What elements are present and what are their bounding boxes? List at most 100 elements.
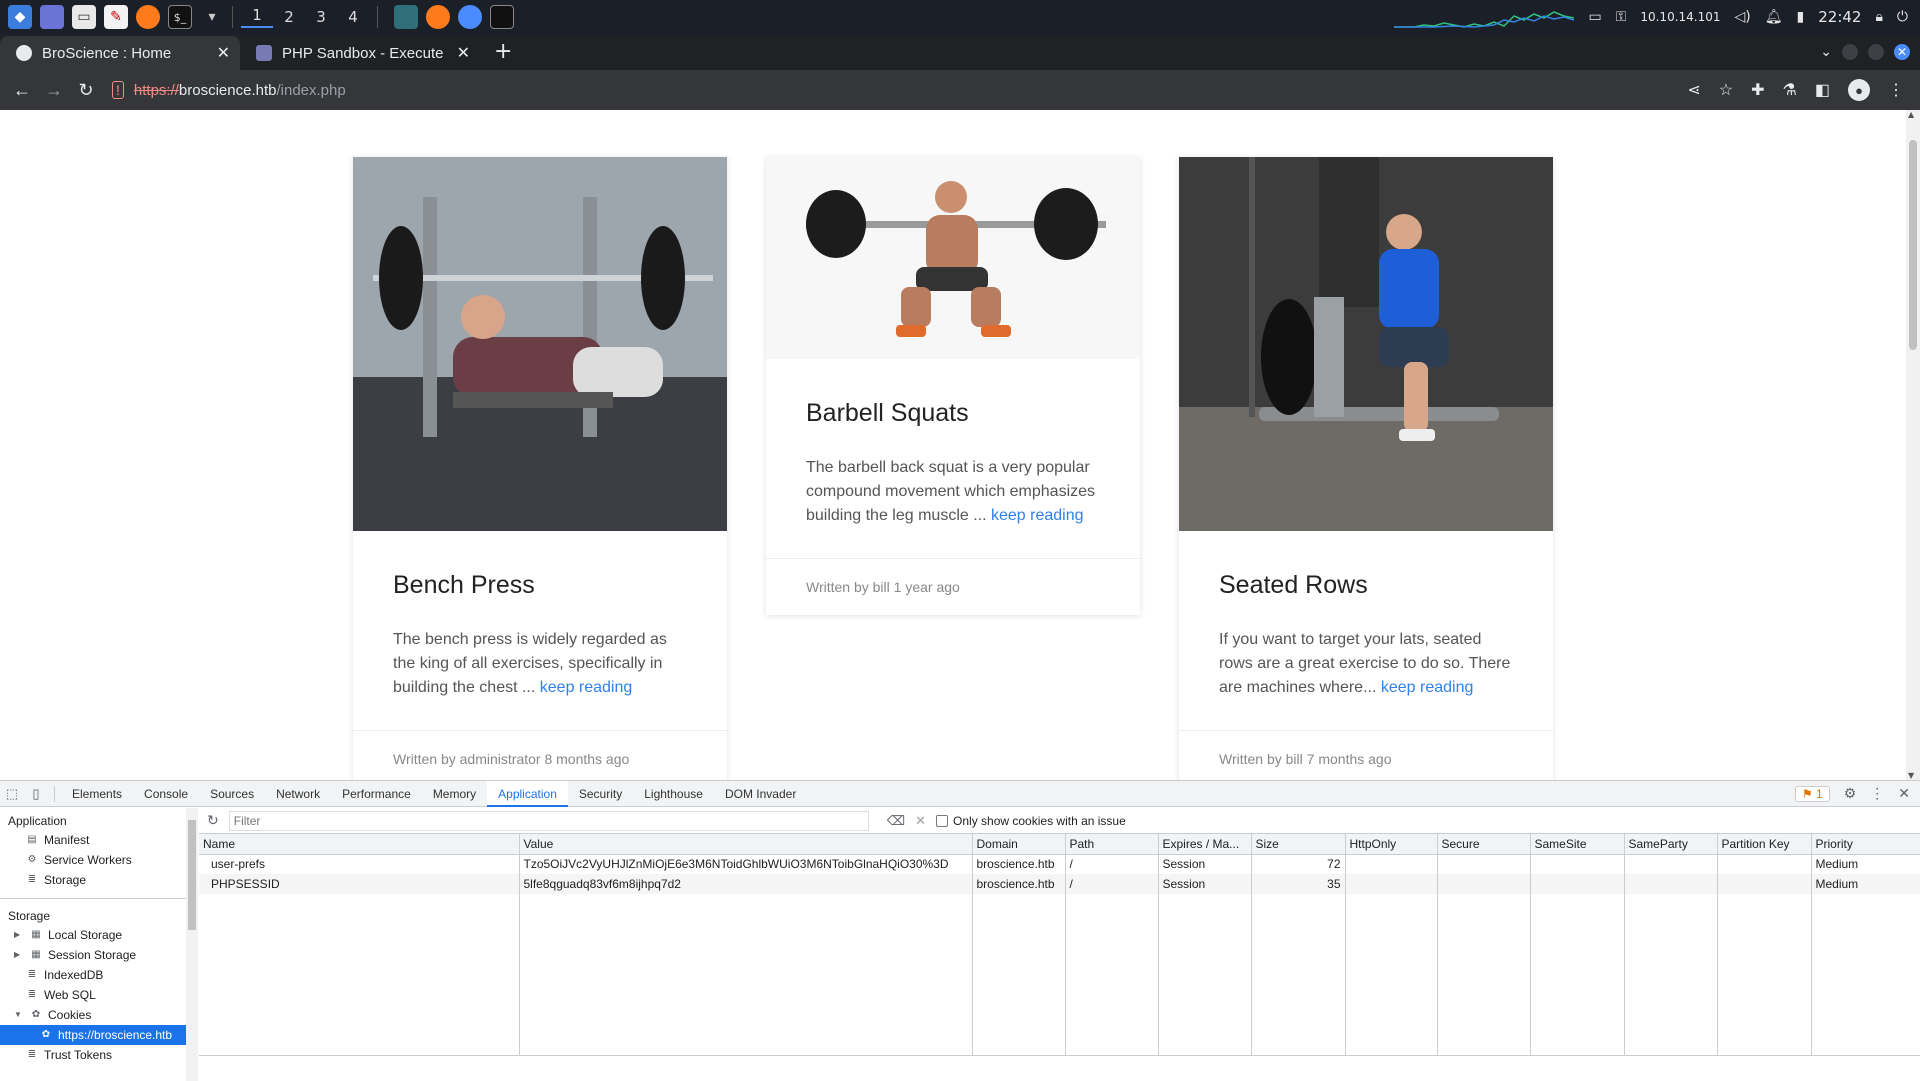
only-issues-toggle[interactable]: Only show cookies with an issue <box>936 814 1126 828</box>
cookie-partition-key[interactable] <box>1717 854 1812 874</box>
power-icon[interactable]: ⏻ <box>1897 9 1908 25</box>
chromium-window-icon[interactable] <box>458 5 482 29</box>
cookie-path[interactable]: / <box>1065 854 1159 874</box>
new-tab-button[interactable]: + <box>494 39 512 64</box>
firefox-window-icon[interactable] <box>426 5 450 29</box>
barbell-squats-image[interactable] <box>766 157 1140 359</box>
lab-flask-icon[interactable]: ⚗ <box>1783 80 1797 100</box>
devtools-menu-icon[interactable]: ⋮ <box>1870 785 1884 802</box>
issues-badge[interactable]: ⚑ 1 <box>1794 785 1830 802</box>
sidebar-item-session-storage[interactable]: ▶ ▦ Session Storage <box>0 945 197 965</box>
cookie-secure[interactable] <box>1437 854 1531 874</box>
lock-screen-icon[interactable]: 🔒︎ <box>1875 9 1882 25</box>
cookie-domain[interactable]: broscience.htb <box>972 854 1066 874</box>
close-tab-icon[interactable]: ✕ <box>217 43 230 63</box>
column-header-priority[interactable]: Priority <box>1811 834 1920 855</box>
scroll-up-arrow-icon[interactable]: ▲ <box>1908 110 1914 119</box>
extensions-puzzle-icon[interactable]: ✚ <box>1751 80 1764 100</box>
back-arrow-icon[interactable]: ← <box>6 80 38 101</box>
cookie-filter-input[interactable] <box>228 810 869 831</box>
workspace-1[interactable]: 1 <box>241 6 273 28</box>
sidebar-item-storage[interactable]: ≣ Storage <box>0 870 197 890</box>
sidebar-item-cookies[interactable]: ▼ ✿ Cookies <box>0 1005 197 1025</box>
tab-performance[interactable]: Performance <box>331 781 422 807</box>
cookie-sameparty[interactable] <box>1624 854 1718 874</box>
firefox-icon[interactable] <box>136 5 160 29</box>
chevron-right-icon[interactable]: ▶ <box>14 925 24 945</box>
display-icon[interactable]: ▭ <box>1588 9 1601 25</box>
column-header-size[interactable]: Size <box>1251 834 1346 855</box>
column-header-domain[interactable]: Domain <box>972 834 1066 855</box>
workspace-4[interactable]: 4 <box>337 8 369 26</box>
keep-reading-link[interactable]: keep reading <box>991 507 1084 524</box>
column-header-httponly[interactable]: HttpOnly <box>1345 834 1438 855</box>
post-title[interactable]: Barbell Squats <box>806 399 1100 428</box>
chevron-down-icon[interactable]: ▼ <box>14 1005 24 1025</box>
seated-rows-image[interactable] <box>1179 157 1553 531</box>
menu-kebab-icon[interactable]: ⋮ <box>1888 80 1904 100</box>
sidebar-item-web-sql[interactable]: ≣ Web SQL <box>0 985 197 1005</box>
clear-filtered-cookies-icon[interactable]: ⌫ <box>887 813 905 829</box>
post-title[interactable]: Seated Rows <box>1219 571 1513 600</box>
side-panel-icon[interactable]: ◧ <box>1815 80 1830 100</box>
tab-network[interactable]: Network <box>265 781 331 807</box>
reload-icon[interactable]: ↻ <box>70 80 102 101</box>
cookie-name[interactable]: user-prefs <box>199 854 520 874</box>
share-icon[interactable]: ⋖ <box>1687 80 1700 100</box>
column-header-secure[interactable]: Secure <box>1437 834 1531 855</box>
bench-press-image[interactable] <box>353 157 727 531</box>
sidebar-item-cookie-origin[interactable]: ✿ https://broscience.htb <box>0 1025 197 1045</box>
bookmark-star-icon[interactable]: ☆ <box>1719 80 1733 100</box>
device-toolbar-icon[interactable]: ▯ <box>24 786 48 802</box>
refresh-icon[interactable]: ↻ <box>207 812 219 829</box>
column-header-value[interactable]: Value <box>519 834 973 855</box>
keep-reading-link[interactable]: keep reading <box>1381 679 1474 696</box>
not-secure-warning-icon[interactable]: ! <box>112 81 124 99</box>
sidebar-item-indexeddb[interactable]: ≣ IndexedDB <box>0 965 197 985</box>
app-launcher-icon[interactable]: ◆ <box>8 5 32 29</box>
cookie-size[interactable]: 72 <box>1251 854 1346 874</box>
volume-icon[interactable]: ◁) <box>1735 9 1751 25</box>
page-scrollbar-thumb[interactable] <box>1909 140 1917 350</box>
chevron-down-icon[interactable]: ▾ <box>200 5 224 29</box>
post-title[interactable]: Bench Press <box>393 571 687 600</box>
tab-sources[interactable]: Sources <box>199 781 265 807</box>
profile-avatar-icon[interactable]: ● <box>1848 79 1870 101</box>
workspace-3[interactable]: 3 <box>305 8 337 26</box>
desktop-icon[interactable] <box>40 5 64 29</box>
scroll-down-arrow-icon[interactable]: ▼ <box>1908 771 1914 780</box>
cookie-priority[interactable]: Medium <box>1811 854 1920 874</box>
close-window-button[interactable]: ✕ <box>1894 44 1910 60</box>
only-issues-checkbox[interactable] <box>936 814 949 827</box>
minimize-button[interactable] <box>1842 44 1858 60</box>
settings-gear-icon[interactable]: ⚙ <box>1844 785 1857 802</box>
sidebar-scrollbar-thumb[interactable] <box>188 820 196 930</box>
tab-dom-invader[interactable]: DOM Invader <box>714 781 807 807</box>
sidebar-item-local-storage[interactable]: ▶ ▦ Local Storage <box>0 925 197 945</box>
tab-memory[interactable]: Memory <box>422 781 487 807</box>
close-tab-icon[interactable]: ✕ <box>457 43 470 63</box>
cookie-expires[interactable]: Session <box>1158 854 1252 874</box>
tab-lighthouse[interactable]: Lighthouse <box>633 781 714 807</box>
address-bar[interactable]: ! https://broscience.htb/index.php <box>112 81 346 99</box>
terminal-icon[interactable]: $_ <box>168 5 192 29</box>
tab-search-chevron-icon[interactable]: ⌄ <box>1820 44 1832 60</box>
column-header-path[interactable]: Path <box>1065 834 1159 855</box>
column-header-partition-key[interactable]: Partition Key <box>1717 834 1812 855</box>
sidebar-item-service-workers[interactable]: ⚙ Service Workers <box>0 850 197 870</box>
terminal-window-icon[interactable] <box>490 5 514 29</box>
page-scrollbar[interactable]: ▲ ▼ <box>1906 110 1920 780</box>
maximize-button[interactable] <box>1868 44 1884 60</box>
sidebar-item-trust-tokens[interactable]: ≣ Trust Tokens <box>0 1045 197 1065</box>
burp-window-icon[interactable] <box>394 5 418 29</box>
tab-elements[interactable]: Elements <box>61 781 133 807</box>
tab-broscience-home[interactable]: BroScience : Home ✕ <box>0 36 240 70</box>
file-manager-icon[interactable]: ▭ <box>72 5 96 29</box>
column-header-expires[interactable]: Expires / Ma... <box>1158 834 1252 855</box>
column-header-samesite[interactable]: SameSite <box>1530 834 1625 855</box>
workspace-2[interactable]: 2 <box>273 8 305 26</box>
notification-bell-icon[interactable]: 🔔︎ <box>1765 9 1783 25</box>
tab-console[interactable]: Console <box>133 781 199 807</box>
sidebar-item-manifest[interactable]: ▤ Manifest <box>0 830 197 850</box>
inspect-element-icon[interactable]: ⬚ <box>0 786 24 802</box>
